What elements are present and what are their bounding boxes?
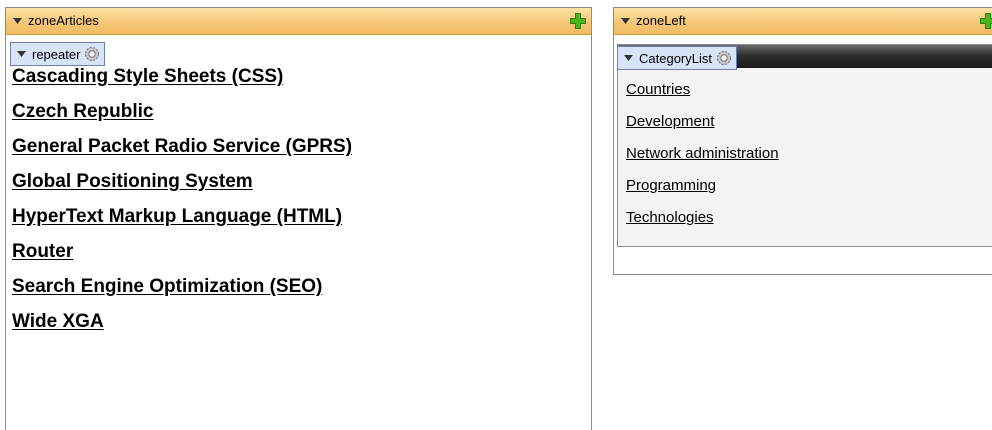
article-link[interactable]: HyperText Markup Language (HTML) bbox=[12, 206, 352, 241]
add-icon[interactable] bbox=[979, 12, 992, 30]
category-list: Countries Development Network administra… bbox=[626, 81, 779, 241]
category-link[interactable]: Technologies bbox=[626, 209, 779, 241]
article-link[interactable]: Global Positioning System bbox=[12, 171, 352, 206]
webpart-label: repeater bbox=[32, 46, 81, 62]
category-link[interactable]: Countries bbox=[626, 81, 779, 113]
article-link[interactable]: Czech Republic bbox=[12, 101, 352, 136]
category-list-webpart: Countries Development Network administra… bbox=[617, 44, 992, 247]
category-link[interactable]: Network administration bbox=[626, 145, 779, 177]
category-link[interactable]: Development bbox=[626, 113, 779, 145]
article-link[interactable]: Wide XGA bbox=[12, 311, 352, 346]
zone-articles-header[interactable]: zoneArticles bbox=[6, 8, 591, 35]
collapse-triangle-icon[interactable] bbox=[13, 18, 22, 25]
zone-title: zoneArticles bbox=[28, 13, 99, 28]
category-link[interactable]: Programming bbox=[626, 177, 779, 209]
collapse-triangle-icon[interactable] bbox=[17, 50, 26, 58]
zone-left-header[interactable]: zoneLeft bbox=[614, 8, 992, 35]
collapse-triangle-icon[interactable] bbox=[624, 54, 633, 62]
zone-articles: zoneArticles Cascading Style Sheets (CSS… bbox=[5, 7, 592, 430]
article-link[interactable]: Cascading Style Sheets (CSS) bbox=[12, 66, 352, 101]
article-link[interactable]: Search Engine Optimization (SEO) bbox=[12, 276, 352, 311]
article-link[interactable]: Router bbox=[12, 241, 352, 276]
article-list: Cascading Style Sheets (CSS) Czech Repub… bbox=[12, 66, 352, 346]
webpart-label: CategoryList bbox=[639, 50, 712, 66]
gear-icon[interactable] bbox=[84, 46, 100, 62]
add-icon[interactable] bbox=[569, 12, 587, 30]
collapse-triangle-icon[interactable] bbox=[621, 18, 630, 25]
categorylist-webpart-handle[interactable]: CategoryList bbox=[617, 46, 737, 70]
zone-title: zoneLeft bbox=[636, 13, 686, 28]
article-link[interactable]: General Packet Radio Service (GPRS) bbox=[12, 136, 352, 171]
gear-icon[interactable] bbox=[716, 50, 732, 66]
repeater-webpart-handle[interactable]: repeater bbox=[10, 42, 106, 66]
